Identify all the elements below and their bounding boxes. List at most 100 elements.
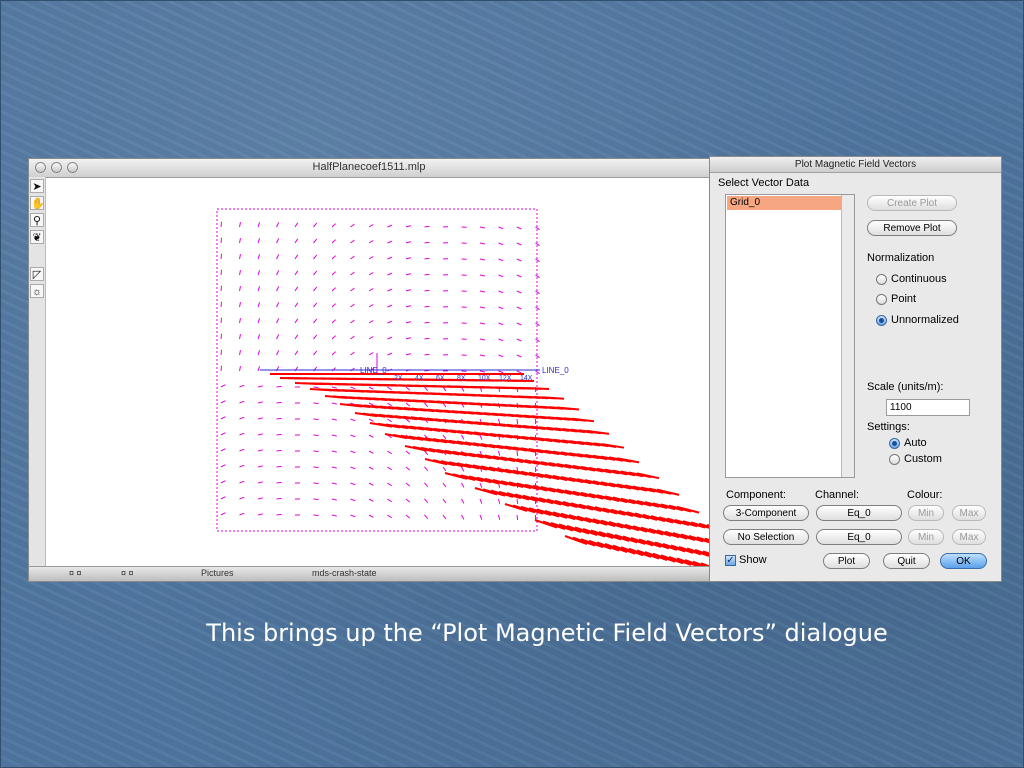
vector-arrow xyxy=(313,402,319,405)
vector-arrow xyxy=(368,450,374,454)
vector-arrow xyxy=(313,334,318,340)
vector-arrow xyxy=(424,353,430,356)
max-colour-button-2[interactable]: Max xyxy=(952,529,986,545)
vector-arrow xyxy=(405,466,411,471)
vector-arrow xyxy=(350,482,356,486)
vector-arrow xyxy=(276,465,282,468)
taskbar-item-mds[interactable]: mds-crash-state xyxy=(312,568,377,578)
vector-arrow xyxy=(313,482,319,485)
vector-arrow xyxy=(516,242,522,246)
remove-plot-button[interactable]: Remove Plot xyxy=(867,220,957,236)
vector-arrow xyxy=(516,418,519,425)
vector-arrow xyxy=(498,322,504,326)
vector-arrow xyxy=(313,286,318,292)
vector-arrow xyxy=(239,270,241,276)
quit-button[interactable]: Quit xyxy=(883,553,930,569)
vector-arrow xyxy=(276,513,282,516)
plot-window: HalfPlanecoef1511.mlp ➤ ✋ ⚲ ❦ ◸ ☼ LINE_0… xyxy=(28,158,710,582)
plot-canvas[interactable]: LINE_0 LINE_0 2X 4X 6X 8X 10X 12X 14X xyxy=(45,177,709,569)
vector-arrow xyxy=(276,318,280,324)
max-colour-button-1[interactable]: Max xyxy=(952,505,986,521)
show-label: Show xyxy=(739,554,767,566)
edit-triangle-icon[interactable]: ◸ xyxy=(30,267,44,281)
vector-data-list[interactable]: Grid_0 xyxy=(725,194,855,478)
scale-tick-label: 12X xyxy=(499,375,512,382)
show-checkbox[interactable]: ✓ xyxy=(725,555,736,566)
list-scrollbar[interactable] xyxy=(841,195,854,477)
component-select-1[interactable]: 3-Component xyxy=(723,505,809,521)
vector-arrow xyxy=(276,302,280,308)
taskbar-item-pictures[interactable]: Pictures xyxy=(201,568,234,578)
brain-icon[interactable]: ❦ xyxy=(30,230,44,244)
vector-arrow xyxy=(368,240,374,244)
vector-arrow xyxy=(442,482,447,488)
list-item-grid0[interactable]: Grid_0 xyxy=(727,196,853,210)
vector-arrow xyxy=(331,450,338,453)
vector-arrow xyxy=(350,386,356,390)
component-select-2[interactable]: No Selection xyxy=(723,529,809,545)
vector-arrow xyxy=(220,237,222,244)
vector-arrow xyxy=(424,289,430,292)
vector-arrow xyxy=(535,306,540,311)
radio-continuous[interactable] xyxy=(876,274,887,285)
vector-arrow xyxy=(220,416,226,420)
vector-arrow xyxy=(257,334,261,340)
vector-arrow xyxy=(498,498,501,504)
vector-arrow xyxy=(535,274,540,279)
vector-arrow xyxy=(461,514,465,520)
scale-input[interactable]: 1100 xyxy=(886,399,970,416)
dialog-title[interactable]: Plot Magnetic Field Vectors xyxy=(710,157,1001,173)
vector-arrow xyxy=(498,290,504,294)
vector-arrow xyxy=(368,320,374,324)
vector-arrow xyxy=(405,482,411,487)
min-colour-button-2[interactable]: Min xyxy=(908,529,944,545)
vector-arrow xyxy=(220,448,226,452)
vector-arrow xyxy=(220,253,222,260)
vector-arrow xyxy=(276,449,282,452)
vector-arrow xyxy=(294,254,299,260)
vector-arrow xyxy=(368,514,374,518)
select-vector-data-label: Select Vector Data xyxy=(718,177,810,189)
vector-arrow xyxy=(257,513,264,516)
zoom-magnifier-icon[interactable]: ⚲ xyxy=(30,213,44,227)
normalization-label: Normalization xyxy=(867,252,935,264)
hand-pan-icon[interactable]: ✋ xyxy=(30,196,45,210)
radio-custom-label: Custom xyxy=(904,453,942,465)
vector-arrow xyxy=(479,322,485,325)
vector-arrow xyxy=(498,418,501,424)
plot-button[interactable]: Plot xyxy=(823,553,870,569)
vector-arrow xyxy=(424,241,430,244)
min-colour-button-1[interactable]: Min xyxy=(908,505,944,521)
plot-window-titlebar[interactable]: HalfPlanecoef1511.mlp xyxy=(29,159,709,178)
vector-arrow xyxy=(387,498,392,503)
vector-arrow xyxy=(461,482,465,488)
vector-arrow xyxy=(442,514,447,520)
vector-arrow xyxy=(405,257,411,260)
vector-arrow xyxy=(387,418,392,423)
radio-unnormalized[interactable] xyxy=(876,315,887,326)
vector-arrow xyxy=(257,318,261,324)
create-plot-button[interactable]: Create Plot xyxy=(867,195,957,211)
vector-arrow xyxy=(294,302,299,308)
vector-arrow xyxy=(239,400,245,404)
radio-custom[interactable] xyxy=(889,454,900,465)
vector-arrow xyxy=(535,258,540,263)
vector-arrow xyxy=(516,338,522,342)
arrow-pointer-icon[interactable]: ➤ xyxy=(30,179,44,193)
tool-palette: ➤ ✋ ⚲ ❦ ◸ ☼ xyxy=(29,177,46,567)
channel-select-2[interactable]: Eq_0 xyxy=(816,529,902,545)
channel-select-1[interactable]: Eq_0 xyxy=(816,505,902,521)
vector-arrow xyxy=(387,224,393,228)
vector-arrow xyxy=(479,226,485,229)
ok-button[interactable]: OK xyxy=(940,553,987,569)
vector-arrow xyxy=(257,350,261,356)
sun-icon[interactable]: ☼ xyxy=(30,284,44,298)
vector-arrow xyxy=(313,318,318,324)
vector-arrow xyxy=(368,386,374,390)
vector-arrow xyxy=(350,514,356,518)
radio-auto[interactable] xyxy=(889,438,900,449)
vector-arrow xyxy=(498,274,504,278)
vector-arrow xyxy=(257,286,261,292)
radio-point[interactable] xyxy=(876,294,887,305)
vector-arrow xyxy=(239,480,245,484)
